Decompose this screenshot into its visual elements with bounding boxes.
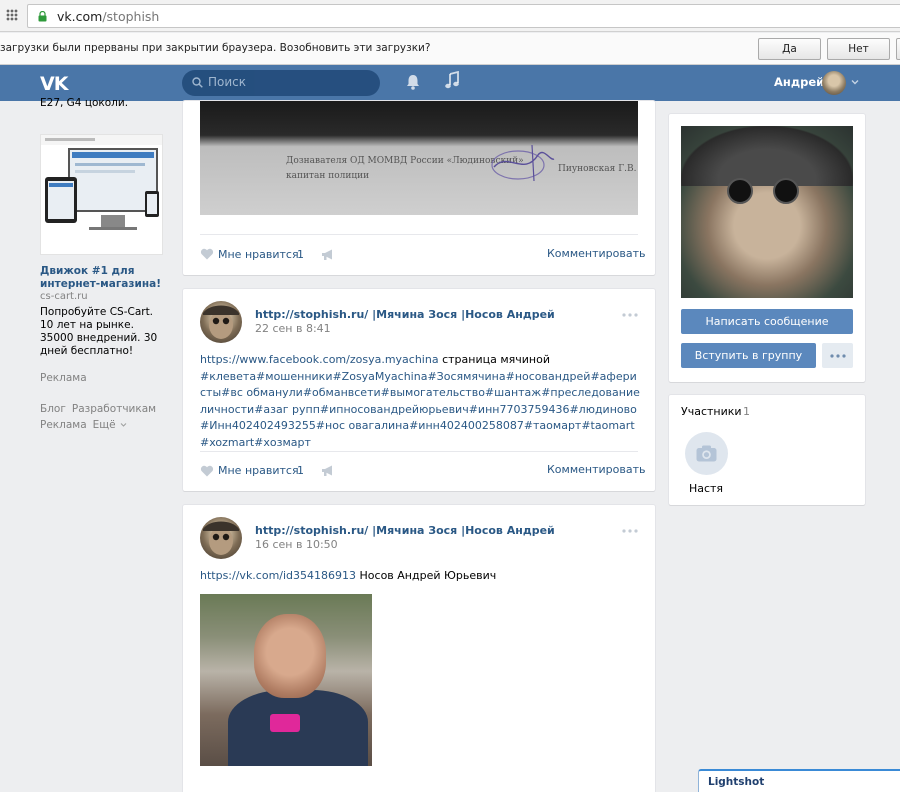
browser-toolbar: vk.com/stophish bbox=[0, 0, 900, 32]
post-date[interactable]: 16 сен в 10:50 bbox=[255, 538, 338, 551]
search-input[interactable]: Поиск bbox=[182, 70, 380, 96]
more-dots-icon[interactable] bbox=[622, 313, 638, 317]
post-text: https://www.facebook.com/zosya.myachina … bbox=[200, 352, 640, 451]
post-link-suffix: Носов Андрей Юрьевич bbox=[356, 569, 497, 582]
more-dots-icon bbox=[830, 354, 846, 358]
post-hashtags[interactable]: #клевета#мошенники#ZosyaMyachina#Зосямяч… bbox=[200, 370, 640, 449]
members-count: 1 bbox=[743, 405, 750, 418]
wall-post: http://stophish.ru/ |Мячина Зося |Носов … bbox=[183, 505, 655, 792]
avatar-face-icon bbox=[203, 521, 239, 555]
signature-stamp-icon bbox=[491, 144, 555, 182]
footer-link-developers[interactable]: Разработчикам bbox=[72, 403, 156, 415]
chevron-down-icon[interactable] bbox=[120, 422, 127, 428]
members-title[interactable]: Участники bbox=[681, 405, 742, 418]
group-profile-card: Написать сообщение Вступить в группу bbox=[669, 114, 865, 382]
group-more-button[interactable] bbox=[822, 343, 853, 368]
post-photo[interactable] bbox=[200, 594, 372, 766]
join-group-button[interactable]: Вступить в группу bbox=[681, 343, 816, 368]
search-icon bbox=[192, 77, 203, 88]
resume-yes-button[interactable]: Да bbox=[758, 38, 821, 60]
photo-glasses bbox=[727, 178, 753, 204]
post-author-avatar[interactable] bbox=[200, 517, 242, 559]
apps-grid-icon[interactable] bbox=[6, 9, 18, 21]
url-host: vk.com bbox=[57, 9, 103, 24]
post-author-link[interactable]: http://stophish.ru/ |Мячина Зося |Носов … bbox=[255, 308, 555, 321]
vk-logo[interactable]: VK bbox=[40, 73, 68, 95]
post-link[interactable]: https://vk.com/id354186913 bbox=[200, 569, 356, 582]
ad-image[interactable] bbox=[40, 134, 163, 255]
post-divider bbox=[200, 234, 638, 235]
member-avatar[interactable] bbox=[685, 432, 728, 475]
post-date[interactable]: 22 сен в 8:41 bbox=[255, 322, 331, 335]
search-placeholder: Поиск bbox=[208, 75, 247, 89]
heart-icon[interactable] bbox=[200, 248, 214, 260]
footer-link-more[interactable]: Ещё bbox=[93, 419, 116, 431]
like-button[interactable]: Мне нравится bbox=[218, 464, 299, 477]
footer-link-ads[interactable]: Реклама bbox=[40, 419, 87, 431]
like-count: 1 bbox=[297, 464, 304, 477]
photo-glasses bbox=[773, 178, 799, 204]
like-count: 1 bbox=[297, 248, 304, 261]
megaphone-icon[interactable] bbox=[321, 249, 334, 260]
photo-shirt-logo bbox=[270, 714, 300, 732]
ad-description: Попробуйте CS-Cart. 10 лет на рынке. 350… bbox=[40, 306, 158, 357]
photo-head bbox=[254, 614, 326, 698]
lightshot-panel[interactable]: Lightshot bbox=[698, 769, 900, 792]
user-name[interactable]: Андрей bbox=[774, 75, 824, 89]
post-link-suffix: страница мячиной bbox=[438, 353, 550, 366]
music-note-icon[interactable] bbox=[444, 71, 460, 91]
post-author-link[interactable]: http://stophish.ru/ |Мячина Зося |Носов … bbox=[255, 524, 555, 537]
ad-label[interactable]: Реклама bbox=[40, 372, 87, 384]
members-card: Участники 1 Настя bbox=[669, 395, 865, 505]
vk-header: VK Поиск Андрей bbox=[0, 65, 900, 101]
like-button[interactable]: Мне нравится bbox=[218, 248, 299, 261]
document-text-line: капитан полиции bbox=[286, 171, 370, 181]
infobar-message: загрузки были прерваны при закрытии брау… bbox=[0, 42, 431, 54]
post-text: https://vk.com/id354186913 Носов Андрей … bbox=[200, 568, 640, 585]
post-link[interactable]: https://www.facebook.com/zosya.myachina bbox=[200, 353, 439, 366]
camera-icon bbox=[696, 445, 717, 462]
group-avatar-photo[interactable] bbox=[681, 126, 853, 298]
photo-hat bbox=[681, 126, 853, 186]
post-author-avatar[interactable] bbox=[200, 301, 242, 343]
footer-links: Блог Разработчикам Реклама Ещё bbox=[40, 401, 170, 433]
address-bar[interactable]: vk.com/stophish bbox=[27, 4, 900, 28]
url-path: /stophish bbox=[102, 9, 160, 24]
avatar-face-icon bbox=[203, 305, 239, 339]
post-photo-document[interactable]: Дознавателя ОД МОМВД России «Людиновский… bbox=[200, 101, 638, 215]
comment-button[interactable]: Комментировать bbox=[547, 247, 645, 260]
ad-top-text: E27, G4 цоколи. bbox=[40, 97, 129, 109]
download-infobar: загрузки были прерваны при закрытии брау… bbox=[0, 33, 900, 65]
ad-title-link[interactable]: Движок #1 для интернет-магазина! bbox=[40, 265, 170, 291]
footer-link-blog[interactable]: Блог bbox=[40, 403, 66, 415]
heart-icon[interactable] bbox=[200, 465, 214, 477]
resume-no-button[interactable]: Нет bbox=[827, 38, 890, 60]
member-name[interactable]: Настя bbox=[681, 482, 731, 495]
chevron-down-icon[interactable] bbox=[851, 78, 859, 86]
lock-icon bbox=[38, 11, 47, 22]
wall-post: http://stophish.ru/ |Мячина Зося |Носов … bbox=[183, 289, 655, 491]
comment-button[interactable]: Комментировать bbox=[547, 463, 645, 476]
document-text-line: Пиуновская Г.В. bbox=[558, 164, 637, 174]
post-divider bbox=[200, 451, 638, 452]
lightshot-label: Lightshot bbox=[708, 776, 765, 788]
infobar-close-button[interactable] bbox=[896, 38, 900, 60]
notifications-bell-icon[interactable] bbox=[405, 73, 421, 91]
user-avatar[interactable] bbox=[822, 71, 846, 95]
ad-domain[interactable]: cs-cart.ru bbox=[40, 291, 88, 302]
megaphone-icon[interactable] bbox=[321, 465, 334, 476]
wall-post: Дознавателя ОД МОМВД России «Людиновский… bbox=[183, 101, 655, 275]
write-message-button[interactable]: Написать сообщение bbox=[681, 309, 853, 334]
ad-devices-illustration bbox=[41, 135, 162, 230]
url-text: vk.com/stophish bbox=[57, 9, 159, 24]
more-dots-icon[interactable] bbox=[622, 529, 638, 533]
